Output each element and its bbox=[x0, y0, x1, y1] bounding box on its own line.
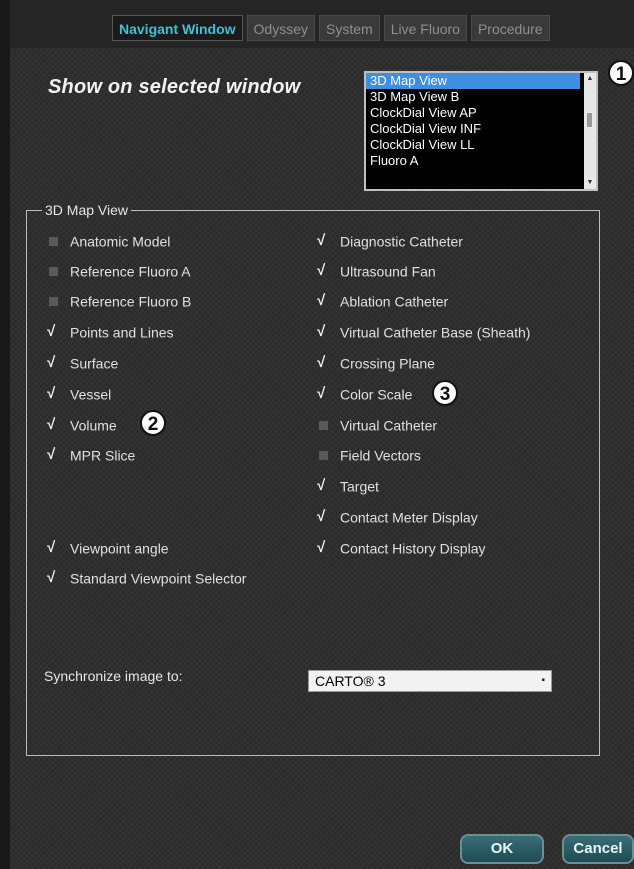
tab-odyssey[interactable]: Odyssey bbox=[246, 15, 316, 41]
scroll-up-icon[interactable]: ▲ bbox=[584, 73, 596, 85]
checkmark-icon[interactable] bbox=[316, 291, 332, 311]
checkmark-icon[interactable] bbox=[46, 568, 62, 588]
option-field-vectors[interactable]: Field Vectors bbox=[316, 444, 421, 464]
option-anatomic-model[interactable]: Anatomic Model bbox=[46, 230, 170, 250]
option-contact-meter-display[interactable]: Contact Meter Display bbox=[316, 506, 478, 527]
callout-marker-3: 3 bbox=[432, 380, 458, 406]
checkbox-unchecked-icon[interactable] bbox=[46, 294, 62, 308]
ok-button[interactable]: OK bbox=[460, 834, 544, 864]
show-on-selected-window-label: Show on selected window bbox=[48, 76, 301, 98]
option-virtual-catheter[interactable]: Virtual Catheter bbox=[316, 414, 437, 434]
tab-system[interactable]: System bbox=[319, 15, 380, 41]
scroll-down-icon[interactable]: ▼ bbox=[584, 177, 596, 189]
checkbox-unchecked-icon[interactable] bbox=[316, 448, 332, 462]
tab-list: Navigant Window Odyssey System Live Fluo… bbox=[112, 15, 550, 41]
checkmark-icon[interactable] bbox=[46, 353, 62, 373]
tab-procedure[interactable]: Procedure bbox=[470, 15, 550, 41]
checkmark-icon[interactable] bbox=[316, 384, 332, 404]
checkbox-unchecked-icon[interactable] bbox=[46, 234, 62, 248]
option-ablation-catheter[interactable]: Ablation Catheter bbox=[316, 290, 448, 311]
option-diagnostic-catheter[interactable]: Diagnostic Catheter bbox=[316, 230, 463, 251]
callout-marker-2: 2 bbox=[140, 410, 166, 436]
checkmark-icon[interactable] bbox=[316, 231, 332, 251]
group-title: 3D Map View bbox=[42, 202, 132, 218]
listbox-scrollbar[interactable]: ▲ ▼ bbox=[584, 73, 596, 189]
option-crossing-plane[interactable]: Crossing Plane bbox=[316, 352, 435, 373]
option-contact-history-display[interactable]: Contact History Display bbox=[316, 537, 486, 558]
option-color-scale[interactable]: Color Scale bbox=[316, 383, 412, 404]
option-standard-viewpoint-selector[interactable]: Standard Viewpoint Selector bbox=[46, 567, 246, 588]
option-reference-fluoro-a[interactable]: Reference Fluoro A bbox=[46, 260, 191, 280]
listbox-item[interactable]: ClockDial View AP bbox=[366, 105, 580, 121]
checkbox-unchecked-icon[interactable] bbox=[46, 264, 62, 278]
option-points-and-lines[interactable]: Points and Lines bbox=[46, 321, 174, 342]
checkmark-icon[interactable] bbox=[46, 415, 62, 435]
callout-marker-1: 1 bbox=[608, 60, 634, 86]
checkbox-unchecked-icon[interactable] bbox=[316, 418, 332, 432]
listbox-item[interactable]: ClockDial View INF bbox=[366, 121, 580, 137]
checkmark-icon[interactable] bbox=[46, 322, 62, 342]
dropdown-arrow-icon[interactable]: ▪ bbox=[541, 671, 545, 691]
checkmark-icon[interactable] bbox=[316, 476, 332, 496]
listbox-item[interactable]: ClockDial View LL bbox=[366, 137, 580, 153]
left-frame-edge bbox=[0, 0, 10, 869]
dropdown-value: CARTO® 3 bbox=[315, 673, 386, 689]
listbox-item[interactable]: 3D Map View bbox=[366, 73, 580, 89]
checkmark-icon[interactable] bbox=[316, 261, 332, 281]
checkmark-icon[interactable] bbox=[46, 538, 62, 558]
listbox-item[interactable]: 3D Map View B bbox=[366, 89, 580, 105]
option-surface[interactable]: Surface bbox=[46, 352, 118, 373]
scroll-thumb[interactable] bbox=[587, 113, 592, 127]
option-ultrasound-fan[interactable]: Ultrasound Fan bbox=[316, 260, 436, 281]
synchronize-image-dropdown[interactable]: CARTO® 3 ▪ bbox=[308, 670, 552, 692]
listbox-item[interactable]: Fluoro A bbox=[366, 153, 580, 169]
window-listbox[interactable]: 3D Map View 3D Map View B ClockDial View… bbox=[364, 71, 598, 191]
option-viewpoint-angle[interactable]: Viewpoint angle bbox=[46, 537, 169, 558]
checkmark-icon[interactable] bbox=[46, 445, 62, 465]
checkmark-icon[interactable] bbox=[46, 384, 62, 404]
checkmark-icon[interactable] bbox=[316, 507, 332, 527]
option-virtual-catheter-base[interactable]: Virtual Catheter Base (Sheath) bbox=[316, 321, 530, 342]
checkmark-icon[interactable] bbox=[316, 322, 332, 342]
checkmark-icon[interactable] bbox=[316, 538, 332, 558]
checkmark-icon[interactable] bbox=[316, 353, 332, 373]
cancel-button[interactable]: Cancel bbox=[562, 834, 634, 864]
option-volume[interactable]: Volume bbox=[46, 414, 117, 435]
synchronize-image-label: Synchronize image to: bbox=[44, 668, 183, 684]
option-reference-fluoro-b[interactable]: Reference Fluoro B bbox=[46, 290, 191, 310]
option-vessel[interactable]: Vessel bbox=[46, 383, 111, 404]
tab-live-fluoro[interactable]: Live Fluoro bbox=[383, 15, 467, 41]
option-target[interactable]: Target bbox=[316, 475, 379, 496]
tab-navigant-window[interactable]: Navigant Window bbox=[112, 15, 243, 41]
option-mpr-slice[interactable]: MPR Slice bbox=[46, 444, 135, 465]
